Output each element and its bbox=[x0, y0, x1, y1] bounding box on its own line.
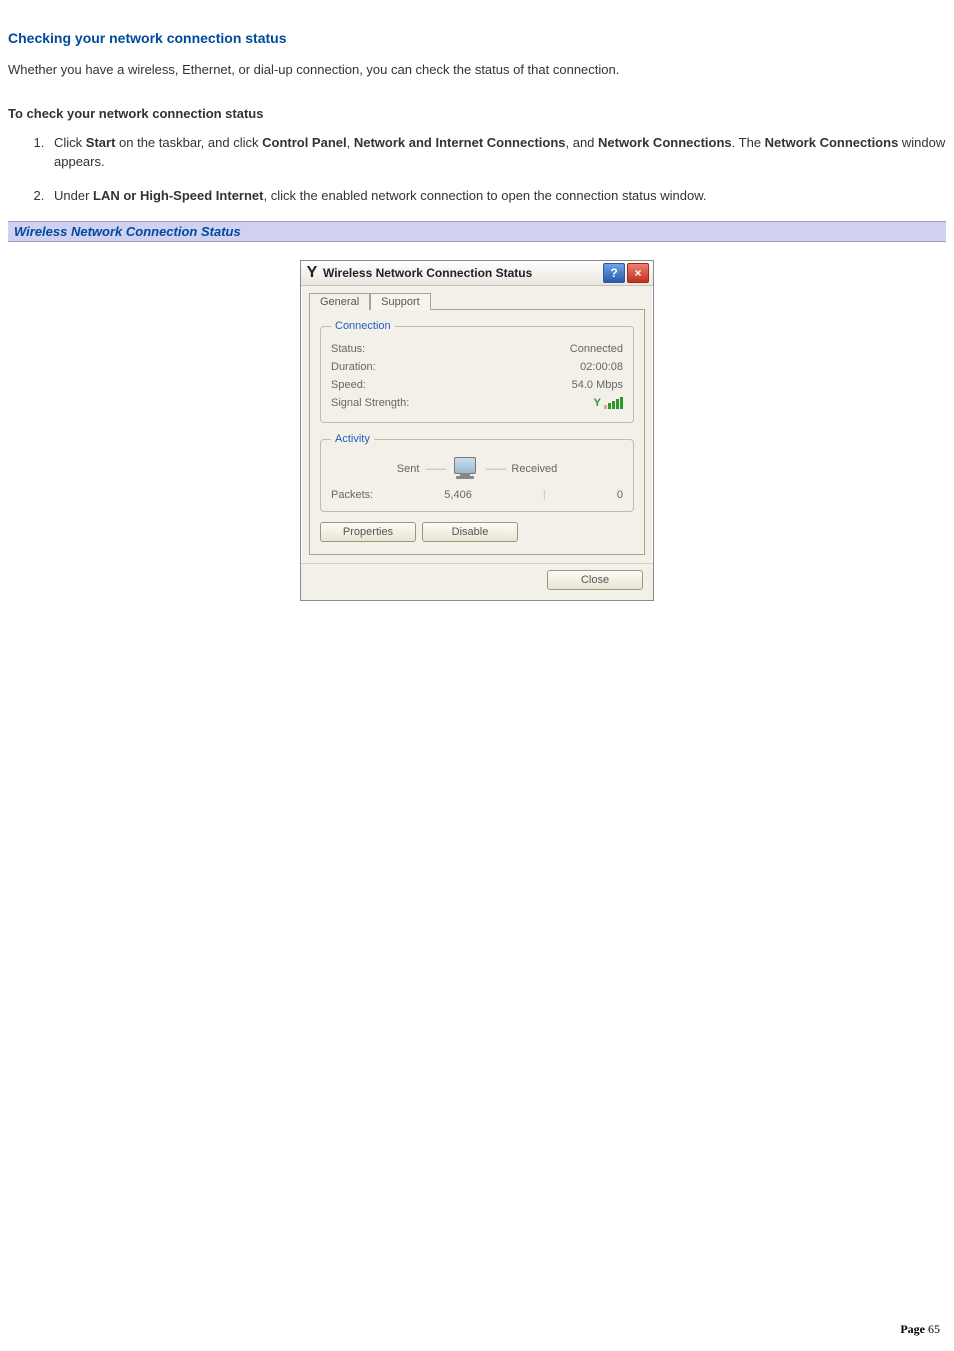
dialog-title: Wireless Network Connection Status bbox=[323, 266, 601, 280]
dialog-footer: Close bbox=[301, 563, 653, 600]
step-2: Under LAN or High-Speed Internet, click … bbox=[48, 186, 946, 206]
text: , click the enabled network connection t… bbox=[263, 188, 706, 203]
tab-general[interactable]: General bbox=[309, 293, 370, 310]
activity-values: Packets: 5,406 | 0 bbox=[331, 489, 623, 501]
connection-group: Connection Status: Connected Duration: 0… bbox=[320, 320, 634, 423]
duration-value: 02:00:08 bbox=[580, 361, 623, 373]
signal-value: Y bbox=[594, 397, 623, 409]
bold-lan: LAN or High-Speed Internet bbox=[93, 188, 263, 203]
activity-group: Activity Sent —— —— Received bbox=[320, 433, 634, 512]
intro-paragraph: Whether you have a wireless, Ethernet, o… bbox=[8, 60, 946, 80]
steps-heading: To check your network connection status bbox=[8, 106, 946, 121]
section-title: Checking your network connection status bbox=[8, 30, 946, 46]
tab-strip: General Support bbox=[301, 286, 653, 309]
bold-control-panel: Control Panel bbox=[262, 135, 347, 150]
text: Click bbox=[54, 135, 86, 150]
close-button[interactable]: × bbox=[627, 263, 649, 283]
signal-bars-icon: Y bbox=[594, 397, 623, 409]
text: on the taskbar, and click bbox=[115, 135, 262, 150]
packets-received: 0 bbox=[617, 489, 623, 501]
text: , bbox=[347, 135, 354, 150]
button-row: Properties Disable bbox=[320, 522, 634, 542]
signal-label: Signal Strength: bbox=[331, 397, 409, 409]
computer-icon bbox=[451, 457, 479, 481]
tab-support[interactable]: Support bbox=[370, 293, 431, 310]
properties-button[interactable]: Properties bbox=[320, 522, 416, 542]
page-number: 65 bbox=[928, 1322, 940, 1336]
text: Under bbox=[54, 188, 93, 203]
speed-label: Speed: bbox=[331, 379, 366, 391]
step-1: Click Start on the taskbar, and click Co… bbox=[48, 133, 946, 172]
text: , and bbox=[566, 135, 599, 150]
text: . The bbox=[732, 135, 765, 150]
bold-network-connections: Network Connections bbox=[598, 135, 732, 150]
packets-label: Packets: bbox=[331, 489, 373, 501]
dash-icon: —— bbox=[425, 463, 445, 475]
bold-start: Start bbox=[86, 135, 116, 150]
activity-header: Sent —— —— Received bbox=[331, 453, 623, 489]
page: Checking your network connection status … bbox=[0, 0, 954, 1351]
received-label: Received bbox=[511, 463, 557, 475]
group-legend: Activity bbox=[331, 433, 374, 445]
status-dialog: Y Wireless Network Connection Status ? ×… bbox=[300, 260, 654, 601]
title-bar[interactable]: Y Wireless Network Connection Status ? × bbox=[301, 261, 653, 286]
figure-caption: Wireless Network Connection Status bbox=[8, 221, 946, 242]
wireless-icon: Y bbox=[305, 264, 319, 282]
status-value: Connected bbox=[570, 343, 623, 355]
group-legend: Connection bbox=[331, 320, 395, 332]
bold-network-internet: Network and Internet Connections bbox=[354, 135, 566, 150]
separator: | bbox=[543, 489, 546, 501]
dialog-container: Y Wireless Network Connection Status ? ×… bbox=[8, 260, 946, 601]
dash-icon: —— bbox=[485, 463, 505, 475]
status-label: Status: bbox=[331, 343, 365, 355]
packets-sent: 5,406 bbox=[444, 489, 472, 501]
page-label: Page bbox=[900, 1322, 925, 1336]
tab-panel: Connection Status: Connected Duration: 0… bbox=[309, 309, 645, 555]
speed-value: 54.0 Mbps bbox=[572, 379, 623, 391]
help-button[interactable]: ? bbox=[603, 263, 625, 283]
sent-label: Sent bbox=[397, 463, 420, 475]
duration-label: Duration: bbox=[331, 361, 376, 373]
disable-button[interactable]: Disable bbox=[422, 522, 518, 542]
page-footer: Page 65 bbox=[900, 1322, 940, 1337]
steps-list: Click Start on the taskbar, and click Co… bbox=[8, 133, 946, 206]
close-dialog-button[interactable]: Close bbox=[547, 570, 643, 590]
bold-window-name: Network Connections bbox=[765, 135, 899, 150]
